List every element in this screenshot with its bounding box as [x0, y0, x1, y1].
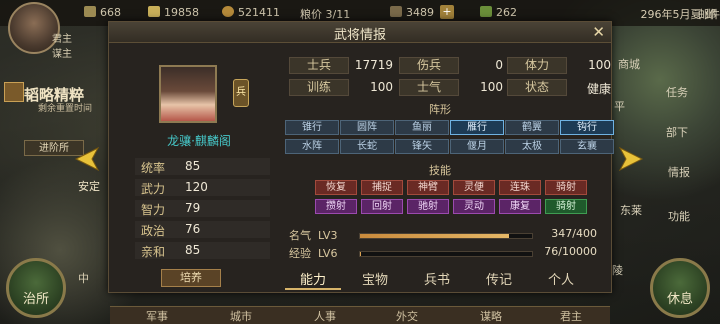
menu-city[interactable]: 城市: [230, 308, 252, 324]
menu-strategy[interactable]: 谋略: [480, 308, 502, 324]
exp-bar-fill: [360, 252, 362, 256]
fame-label: 名气 LV3: [289, 229, 338, 242]
gold-icon: [148, 6, 160, 17]
panel-header: 武将情报 ✕: [109, 22, 611, 43]
menu-lord[interactable]: 君主: [560, 308, 582, 324]
close-icon[interactable]: ✕: [592, 23, 605, 41]
formation-item[interactable]: 锋矢: [395, 139, 449, 154]
formation-item[interactable]: 锥行: [285, 120, 339, 135]
left-arrow-icon[interactable]: [74, 146, 100, 172]
skill-item[interactable]: 连珠: [499, 180, 541, 195]
fame-value: 347/400: [551, 227, 597, 240]
skill-item[interactable]: 驰射: [407, 199, 449, 214]
side-label-donglai: 东莱: [620, 204, 642, 217]
coin-icon: [222, 6, 234, 17]
formation-item[interactable]: 偃月: [450, 139, 504, 154]
town-label[interactable]: 安定: [78, 178, 100, 194]
formation-item[interactable]: 太极: [505, 139, 559, 154]
skill-item[interactable]: 骑射: [545, 180, 587, 195]
side-label-subordinate[interactable]: 部下: [666, 124, 688, 140]
side-label-mail[interactable]: 邮件: [698, 6, 720, 22]
exp-value: 76/10000: [544, 245, 597, 258]
menu-military[interactable]: 军事: [146, 308, 168, 324]
info-soldiers: 士兵 17719: [289, 57, 394, 74]
exp-bar: [359, 251, 533, 257]
plan-subtitle: 剩余重置时间: [38, 104, 93, 114]
map-label-ping: 平: [614, 100, 625, 113]
skill-title: 技能: [429, 164, 451, 177]
menu-diplomacy[interactable]: 外交: [396, 308, 418, 324]
skill-item[interactable]: 康复: [499, 199, 541, 214]
general-avatar: [159, 65, 217, 123]
bottom-menu: 军事 城市 人事 外交 谋略 君主: [110, 306, 610, 324]
formation-item[interactable]: 鹤翼: [505, 120, 559, 135]
tab-ability[interactable]: 能力: [285, 269, 341, 290]
stat-row: 智力 79: [135, 200, 270, 217]
menu-personnel[interactable]: 人事: [314, 308, 336, 324]
formation-item[interactable]: 圆阵: [340, 120, 394, 135]
rest-button[interactable]: 休息: [650, 258, 710, 318]
lord-label: 君主 谋主: [52, 34, 72, 60]
general-info-panel: 武将情报 ✕ 兵 龙骧·麒麟阁 统率 85 武力 120 智力 79 政治 76 亲和 8…: [108, 21, 614, 293]
skill-item[interactable]: 攒射: [315, 199, 357, 214]
skill-item[interactable]: 神臂: [407, 180, 449, 195]
tab-military-book[interactable]: 兵书: [409, 269, 465, 288]
stat-row: 亲和 85: [135, 242, 270, 259]
fame-bar-fill: [360, 234, 510, 238]
map-marker: 中: [78, 272, 89, 285]
resource-coin: 521411: [222, 6, 280, 19]
class-badge: 兵: [233, 79, 249, 107]
resource-wood: 3489: [390, 6, 434, 19]
skill-item[interactable]: 捕捉: [361, 180, 403, 195]
tab-personal[interactable]: 个人: [533, 269, 589, 288]
token-icon: [480, 6, 492, 17]
tab-biography[interactable]: 传记: [471, 269, 527, 288]
side-label-shop[interactable]: 商城: [618, 56, 640, 72]
formation-item[interactable]: 鱼丽: [395, 120, 449, 135]
skill-item[interactable]: 灵便: [453, 180, 495, 195]
fame-bar: [359, 233, 533, 239]
side-label-function[interactable]: 功能: [668, 208, 690, 224]
resource-token: 262: [480, 6, 517, 19]
info-wounded: 伤兵 0: [399, 57, 504, 74]
food-icon: [84, 6, 96, 17]
wood-icon: [390, 6, 402, 17]
info-status: 状态 健康: [507, 79, 612, 96]
tab-treasure[interactable]: 宝物: [347, 269, 403, 288]
resource-food: 668: [84, 6, 121, 19]
general-name: 龙骧·麒麟阁: [167, 134, 231, 148]
skill-item[interactable]: 灵动: [453, 199, 495, 214]
side-label-task[interactable]: 任务: [666, 84, 688, 100]
chest-icon[interactable]: [4, 82, 24, 102]
formation-item[interactable]: 钩行: [560, 120, 614, 135]
formation-item[interactable]: 水阵: [285, 139, 339, 154]
right-arrow-icon[interactable]: [618, 146, 644, 172]
formation-title: 阵形: [429, 103, 451, 116]
stat-row: 武力 120: [135, 179, 270, 196]
stat-row: 政治 76: [135, 221, 270, 238]
govern-button[interactable]: 治所: [6, 258, 66, 318]
info-morale: 士气 100: [399, 79, 504, 96]
formation-item[interactable]: 长蛇: [340, 139, 394, 154]
resource-grain: 粮价 3/11: [300, 8, 351, 21]
skill-item[interactable]: 回射: [361, 199, 403, 214]
panel-title: 武将情报: [333, 28, 386, 43]
exp-label: 经验 LV6: [289, 247, 338, 260]
side-label-intel[interactable]: 情报: [668, 164, 690, 180]
skill-item[interactable]: 恢复: [315, 180, 357, 195]
resource-gold: 19858: [148, 6, 199, 19]
map-label-ling: 陵: [612, 264, 623, 277]
info-stamina: 体力 100: [507, 57, 612, 74]
skill-item[interactable]: 骑射: [545, 199, 587, 214]
stat-row: 统率 85: [135, 158, 270, 175]
formation-item[interactable]: 玄襄: [560, 139, 614, 154]
info-training: 训练 100: [289, 79, 394, 96]
train-button[interactable]: 培养: [161, 269, 221, 287]
formation-item[interactable]: 雁行: [450, 120, 504, 135]
add-icon[interactable]: +: [440, 5, 454, 19]
